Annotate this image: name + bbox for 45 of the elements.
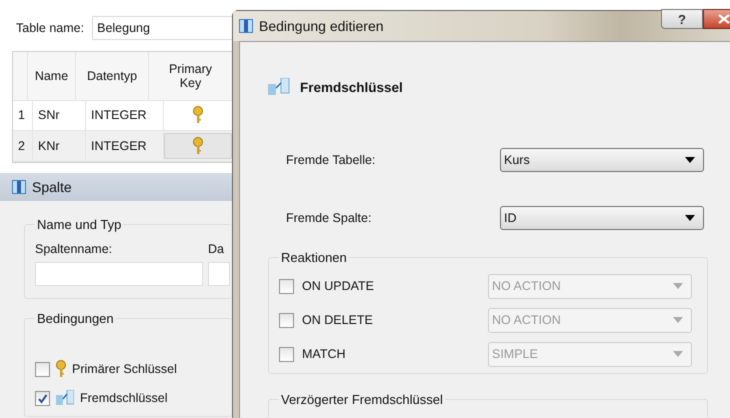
close-icon: [718, 14, 730, 24]
help-button[interactable]: ?: [661, 9, 703, 29]
linked-tables-icon: [56, 390, 74, 406]
column-header[interactable]: Primary Key: [149, 52, 232, 100]
checkbox-label: Primärer Schlüssel: [72, 362, 177, 376]
table-icon: [239, 19, 253, 33]
field-label: Spaltenname:: [35, 242, 114, 256]
checkbox-label: Fremdschlüssel: [80, 391, 168, 405]
group-title: Bedingungen: [36, 311, 115, 326]
column-header[interactable]: Name: [28, 52, 76, 100]
dropdown-arrow-icon: [673, 317, 683, 323]
linked-tables-icon: [268, 78, 290, 96]
section-heading: Fremdschlüssel: [300, 80, 403, 94]
dropdown-arrow-icon: [673, 283, 683, 289]
checkbox-label: ON UPDATE: [302, 279, 375, 293]
column-header[interactable]: Datentyp: [76, 52, 149, 100]
table-row[interactable]: 2 KNr INTEGER: [13, 131, 232, 162]
table-name-field[interactable]: Belegung: [92, 16, 232, 40]
foreign-table-dropdown[interactable]: Kurs: [500, 148, 704, 172]
row-number: 1: [13, 100, 33, 130]
table-cell: SNr: [33, 100, 86, 130]
field-label: Fremde Spalte:: [286, 211, 372, 225]
group-title: Reaktionen: [280, 250, 348, 265]
field-label: Fremde Tabelle:: [286, 153, 376, 167]
column-name-field[interactable]: [35, 262, 203, 286]
window-title: Bedingung editieren: [259, 18, 384, 34]
type-field[interactable]: [208, 262, 230, 286]
group-title: Verzögerter Fremdschlüssel: [280, 392, 444, 407]
table-cell: KNr: [33, 131, 86, 161]
panel-title: Spalte: [32, 179, 72, 195]
checkbox-label: ON DELETE: [302, 313, 374, 327]
foreign-column-dropdown[interactable]: ID: [500, 206, 704, 230]
table-icon: [12, 180, 26, 194]
dropdown-arrow-icon: [685, 215, 695, 221]
group-title: Name und Typ: [36, 217, 122, 232]
table-name-label: Table name:: [16, 21, 84, 35]
dropdown-arrow-icon: [685, 157, 695, 163]
key-icon: [56, 360, 66, 378]
table-cell: INTEGER: [86, 100, 164, 130]
row-number: 2: [13, 131, 33, 161]
dropdown-arrow-icon: [673, 351, 683, 357]
field-label: Da: [208, 242, 225, 256]
checkbox[interactable]: [35, 362, 50, 376]
checkbox[interactable]: [35, 390, 50, 406]
checkbox-label: MATCH: [302, 347, 347, 361]
